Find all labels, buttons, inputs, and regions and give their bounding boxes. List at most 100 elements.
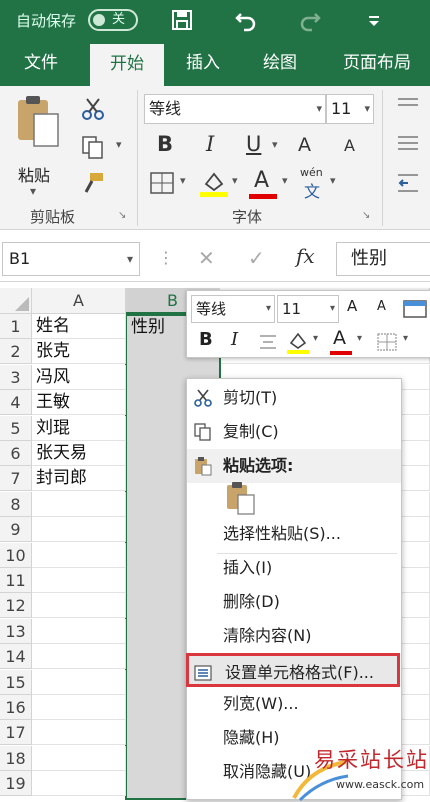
undo-icon[interactable] — [232, 6, 260, 34]
cell-a6[interactable]: 张天易 — [32, 441, 126, 466]
borders-dropdown-icon[interactable]: ▾ — [180, 174, 186, 187]
menu-item-insert[interactable]: 插入(I) — [187, 551, 401, 585]
row-header[interactable]: 3 — [0, 364, 32, 390]
cell-a10[interactable] — [32, 542, 126, 568]
row-header[interactable]: 14 — [0, 644, 32, 670]
mini-format-cells-icon[interactable] — [401, 297, 430, 321]
tab-home[interactable]: 开始 — [90, 44, 164, 86]
row-header[interactable]: 15 — [0, 669, 32, 695]
row-header[interactable]: 10 — [0, 542, 32, 568]
font-name-dropdown-icon[interactable]: ▾ — [316, 95, 322, 123]
paste-label[interactable]: 粘贴 — [18, 162, 50, 186]
mini-align-center-icon[interactable] — [257, 331, 279, 353]
format-painter-icon[interactable] — [80, 170, 106, 196]
menu-item-cut[interactable]: 剪切(T) — [187, 381, 401, 415]
indent-icon[interactable] — [396, 172, 420, 194]
mini-font-color-button[interactable]: A — [333, 327, 346, 349]
menu-item-copy[interactable]: 复制(C) — [187, 415, 401, 449]
menu-item-paste-special[interactable]: 选择性粘贴(S)... — [187, 517, 401, 551]
formula-input[interactable]: 性别 — [336, 242, 430, 276]
row-header[interactable]: 16 — [0, 695, 32, 720]
row-header[interactable]: 9 — [0, 517, 32, 543]
cell-a2[interactable]: 张克 — [32, 339, 126, 365]
cell-a4[interactable]: 王敏 — [32, 390, 126, 416]
insert-function-button[interactable]: fx — [296, 244, 315, 268]
row-header[interactable]: 13 — [0, 618, 32, 644]
row-header[interactable]: 17 — [0, 720, 32, 746]
mini-borders-icon[interactable] — [375, 331, 399, 353]
menu-item-delete[interactable]: 删除(D) — [187, 585, 401, 619]
mini-font-size-box[interactable]: 11 ▾ — [277, 295, 339, 323]
tab-page-layout[interactable]: 页面布局 — [330, 40, 424, 86]
underline-button[interactable]: U — [246, 132, 261, 156]
align-top-icon[interactable] — [396, 96, 420, 116]
mini-grow-font-button[interactable]: A — [347, 297, 357, 315]
select-all-corner[interactable] — [0, 288, 32, 314]
menu-item-column-width[interactable]: 列宽(W)... — [187, 687, 401, 721]
copy-icon[interactable] — [80, 134, 106, 160]
cell-a9[interactable] — [32, 517, 126, 543]
row-header[interactable]: 8 — [0, 491, 32, 517]
cell-a8[interactable] — [32, 491, 126, 517]
mini-shrink-font-button[interactable]: A — [377, 299, 386, 314]
bold-button[interactable]: B — [157, 132, 173, 156]
column-header-a[interactable]: A — [32, 288, 126, 314]
customize-qat-icon[interactable] — [360, 6, 388, 34]
row-header[interactable]: 5 — [0, 415, 32, 441]
paste-icon[interactable] — [14, 94, 62, 150]
cell-a17[interactable] — [32, 720, 126, 746]
fill-color-icon[interactable] — [198, 168, 230, 198]
cell-a3[interactable]: 冯风 — [32, 364, 126, 390]
redo-icon[interactable] — [296, 6, 324, 34]
cell-a16[interactable] — [32, 695, 126, 720]
row-header[interactable]: 1 — [0, 314, 32, 339]
cell-a15[interactable] — [32, 669, 126, 695]
phonetic-dropdown-icon[interactable]: ▾ — [330, 174, 336, 187]
cell-a1[interactable]: 姓名 — [32, 314, 126, 339]
font-launcher-icon[interactable]: ↘ — [362, 210, 370, 221]
cell-a5[interactable]: 刘琨 — [32, 415, 126, 441]
cell-a13[interactable] — [32, 618, 126, 644]
cancel-icon[interactable]: ✕ — [198, 246, 215, 270]
menu-item-format-cells[interactable]: 设置单元格格式(F)... — [186, 653, 400, 687]
font-color-dropdown-icon[interactable]: ▾ — [282, 174, 288, 187]
mini-font-name-box[interactable]: 等线 ▾ — [191, 295, 275, 323]
underline-dropdown-icon[interactable]: ▾ — [272, 138, 278, 151]
cell-a7[interactable]: 封司郎 — [32, 466, 126, 492]
row-header[interactable]: 7 — [0, 466, 32, 492]
borders-icon[interactable] — [148, 170, 178, 196]
enter-icon[interactable]: ✓ — [248, 246, 265, 270]
mini-borders-dropdown-icon[interactable]: ▾ — [403, 333, 408, 344]
row-header[interactable]: 4 — [0, 390, 32, 416]
cell-a14[interactable] — [32, 644, 126, 670]
mini-fill-color-icon[interactable] — [285, 329, 311, 355]
paste-dropdown-icon[interactable]: ▾ — [30, 184, 36, 198]
name-box[interactable]: B1 ▾ — [2, 242, 140, 276]
font-size-dropdown-icon[interactable]: ▾ — [364, 95, 370, 123]
font-name-box[interactable]: 等线 ▾ — [144, 94, 326, 124]
row-header[interactable]: 6 — [0, 441, 32, 466]
row-header[interactable]: 18 — [0, 745, 32, 771]
shrink-font-button[interactable]: A — [344, 136, 355, 155]
mini-font-color-dropdown-icon[interactable]: ▾ — [357, 333, 362, 344]
tab-draw[interactable]: 绘图 — [250, 40, 310, 86]
mini-bold-button[interactable]: B — [199, 329, 213, 350]
mini-italic-button[interactable]: I — [231, 329, 238, 350]
clipboard-launcher-icon[interactable]: ↘ — [118, 210, 126, 221]
font-size-box[interactable]: 11 ▾ — [326, 94, 374, 124]
row-header[interactable]: 12 — [0, 593, 32, 619]
fill-color-dropdown-icon[interactable]: ▾ — [232, 174, 238, 187]
align-left-icon[interactable] — [396, 134, 420, 156]
save-icon[interactable] — [168, 6, 196, 34]
row-header[interactable]: 11 — [0, 568, 32, 593]
name-box-dropdown-icon[interactable]: ▾ — [127, 243, 133, 275]
cell-a19[interactable] — [32, 771, 126, 797]
grow-font-button[interactable]: A — [298, 134, 311, 156]
paste-option-icon[interactable] — [225, 481, 257, 515]
row-header[interactable]: 2 — [0, 339, 32, 365]
row-header[interactable]: 19 — [0, 771, 32, 797]
font-color-button[interactable]: A — [254, 168, 269, 193]
mini-fill-dropdown-icon[interactable]: ▾ — [313, 333, 318, 344]
tab-insert[interactable]: 插入 — [174, 40, 232, 86]
mini-font-dropdown-icon[interactable]: ▾ — [266, 296, 271, 322]
